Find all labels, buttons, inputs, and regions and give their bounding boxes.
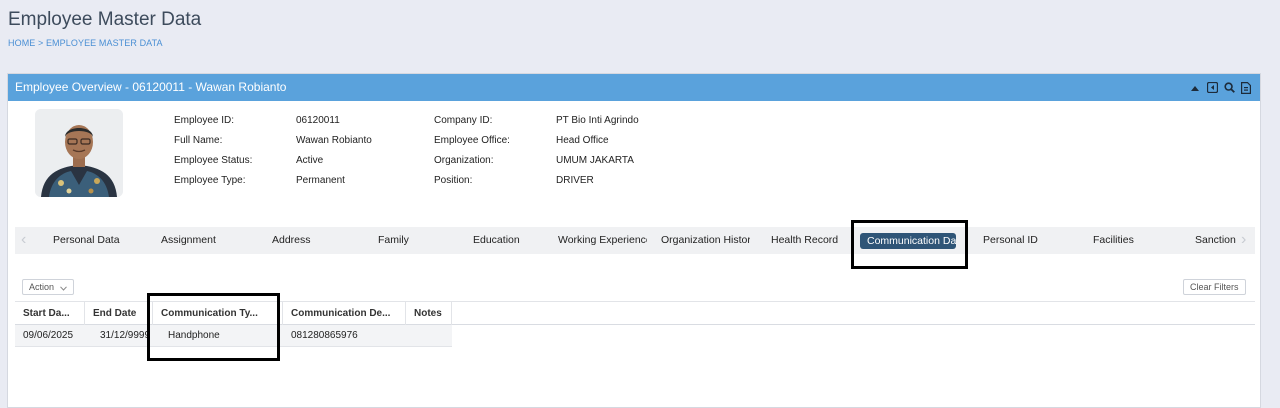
highlight-box-communication-type	[147, 293, 280, 361]
tab-facilities[interactable]: Facilities	[1093, 227, 1153, 254]
employee-labels-left: Employee ID: Full Name: Employee Status:…	[174, 115, 252, 195]
company-id-value: PT Bio Inti Agrindo	[556, 115, 639, 126]
tab-organization-history[interactable]: Organization History	[661, 227, 750, 254]
restore-icon[interactable]	[1206, 82, 1218, 94]
column-header-notes[interactable]: Notes	[406, 302, 452, 325]
employee-type-value: Permanent	[296, 175, 345, 186]
position-label: Position:	[434, 175, 473, 186]
employee-office-label: Employee Office:	[434, 135, 510, 146]
highlight-box-communication-tab	[851, 220, 968, 269]
tab-bar: ‹ Personal Data Assignment Address Famil…	[15, 227, 1255, 254]
tab-education[interactable]: Education	[473, 227, 543, 254]
tab-health-record[interactable]: Health Record	[771, 227, 851, 254]
employee-status-value: Active	[296, 155, 324, 166]
tab-address[interactable]: Address	[272, 227, 332, 254]
full-name-label: Full Name:	[174, 135, 223, 146]
column-header-start-date[interactable]: Start Da...	[15, 302, 85, 325]
cell-end-date: 31/12/9999	[100, 330, 151, 341]
action-button[interactable]: Action	[22, 279, 74, 295]
search-icon[interactable]	[1223, 82, 1235, 94]
cell-communication-detail: 081280865976	[291, 330, 358, 341]
tab-family[interactable]: Family	[378, 227, 428, 254]
employee-type-label: Employee Type:	[174, 175, 246, 186]
panel-title: Employee Overview - 06120011 - Wawan Rob…	[15, 80, 287, 94]
employee-office-value: Head Office	[556, 135, 609, 146]
action-button-label: Action	[29, 282, 55, 292]
full-name-value: Wawan Robianto	[296, 135, 372, 146]
caret-up-icon[interactable]	[1189, 82, 1201, 94]
breadcrumb[interactable]: HOME > EMPLOYEE MASTER DATA	[8, 38, 163, 48]
tab-personal-id[interactable]: Personal ID	[983, 227, 1053, 254]
panel-tools	[1189, 74, 1252, 101]
column-header-communication-detail[interactable]: Communication De...	[283, 302, 406, 325]
tab-scroll-right-icon[interactable]: ›	[1241, 227, 1246, 254]
tab-personal-data[interactable]: Personal Data	[53, 227, 137, 254]
page-title: Employee Master Data	[8, 9, 202, 30]
tab-working-experience[interactable]: Working Experience	[558, 227, 647, 254]
organization-value: UMUM JAKARTA	[556, 155, 634, 166]
clear-filters-button[interactable]: Clear Filters	[1183, 279, 1246, 295]
employee-id-value: 06120011	[296, 115, 340, 126]
employee-id-label: Employee ID:	[174, 115, 235, 126]
cell-start-date: 09/06/2025	[23, 330, 74, 341]
position-value: DRIVER	[556, 175, 594, 186]
tab-scroll-left-icon[interactable]: ‹	[21, 227, 26, 254]
employee-status-label: Employee Status:	[174, 155, 253, 166]
column-header-end-date[interactable]: End Date	[85, 302, 153, 325]
cell-notes	[406, 325, 414, 346]
document-icon[interactable]	[1240, 81, 1252, 94]
company-id-label: Company ID:	[434, 115, 493, 126]
employee-values-right: PT Bio Inti Agrindo Head Office UMUM JAK…	[556, 115, 639, 195]
tab-sanction[interactable]: Sanction	[1195, 227, 1237, 254]
employee-photo	[35, 109, 123, 197]
employee-labels-right: Company ID: Employee Office: Organizatio…	[434, 115, 510, 195]
employee-values-left: 06120011 Wawan Robianto Active Permanent	[296, 115, 372, 195]
organization-label: Organization:	[434, 155, 494, 166]
chevron-down-icon	[59, 281, 67, 295]
tab-assignment[interactable]: Assignment	[161, 227, 251, 254]
panel-header: Employee Overview - 06120011 - Wawan Rob…	[8, 74, 1260, 101]
